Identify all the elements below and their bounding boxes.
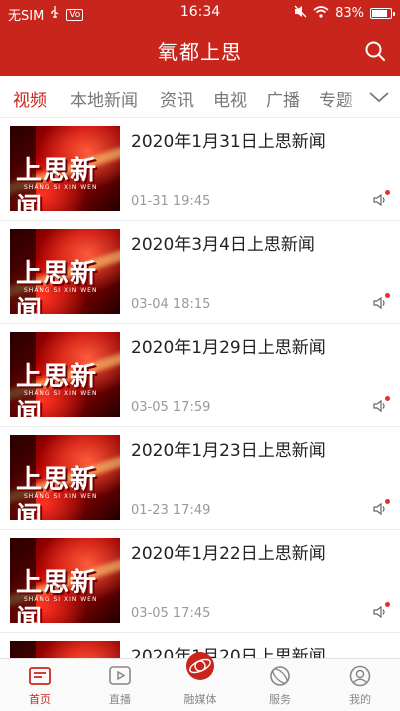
tab-radio[interactable]: 广播 [266, 86, 300, 111]
news-time: 03-05 17:45 [131, 606, 211, 621]
news-item[interactable]: 上思新闻 SHANG SI XIN WEN 2020年1月22日上思新闻 03-… [0, 530, 400, 633]
top-bar: 无SIM Vo 16:34 83% 氧都上思 [0, 0, 400, 76]
bottom-nav: 首页 直播 融媒体 服务 我的 [0, 652, 400, 711]
video-thumbnail: 上思新闻 SHANG SI XIN WEN [10, 538, 120, 623]
nav-live-label: 直播 [109, 693, 131, 706]
thumbnail-logo-text: 上思新闻 [16, 259, 98, 314]
nav-me-label: 我的 [349, 693, 371, 706]
unread-dot [385, 396, 390, 401]
tab-tv[interactable]: 电视 [213, 86, 247, 111]
thumbnail-sub-text: SHANG SI XIN WEN [24, 493, 98, 500]
nav-service[interactable]: 服务 [240, 659, 320, 711]
thumbnail-logo-text: 上思新闻 [16, 568, 98, 623]
service-icon [270, 666, 290, 686]
news-time: 01-31 19:45 [131, 194, 211, 209]
thumbnail-sub-text: SHANG SI XIN WEN [24, 596, 98, 603]
unread-dot [385, 293, 390, 298]
video-thumbnail: 上思新闻 SHANG SI XIN WEN [10, 435, 120, 520]
status-bar: 无SIM Vo 16:34 83% [0, 0, 400, 26]
news-title: 2020年3月4日上思新闻 [131, 235, 315, 255]
news-title: 2020年1月20日上思新闻 [131, 647, 326, 658]
battery-icon [370, 8, 395, 19]
thumbnail-sub-text: SHANG SI XIN WEN [24, 184, 98, 191]
news-item[interactable]: 上思新闻 SHANG SI XIN WEN 2020年3月4日上思新闻 03-0… [0, 221, 400, 324]
play-icon [109, 666, 131, 685]
news-time: 01-23 17:49 [131, 503, 211, 518]
audio-button[interactable] [372, 602, 390, 620]
search-icon [365, 41, 385, 61]
nav-me[interactable]: 我的 [320, 659, 400, 711]
home-icon [29, 667, 51, 685]
audio-button[interactable] [372, 190, 390, 208]
thumbnail-logo-text: 上思新闻 [16, 156, 98, 211]
thumbnail-sub-text: SHANG SI XIN WEN [24, 390, 98, 397]
nav-media[interactable]: 融媒体 [160, 652, 240, 711]
tabs-expand-button[interactable] [358, 76, 400, 117]
search-button[interactable] [364, 40, 386, 62]
nav-home[interactable]: 首页 [0, 659, 80, 711]
news-item[interactable]: 上思新闻 SHANG SI XIN WEN 2020年1月29日上思新闻 03-… [0, 324, 400, 427]
nav-live[interactable]: 直播 [80, 659, 160, 711]
nav-service-label: 服务 [269, 693, 291, 706]
channel-tabs: 视频 本地新闻 资讯 电视 广播 专题 [0, 76, 400, 118]
news-title: 2020年1月29日上思新闻 [131, 338, 326, 358]
tab-local-news[interactable]: 本地新闻 [70, 86, 138, 111]
thumbnail-sub-text: SHANG SI XIN WEN [24, 287, 98, 294]
news-title: 2020年1月22日上思新闻 [131, 544, 326, 564]
video-thumbnail: 上思新闻 SHANG SI XIN WEN [10, 641, 120, 658]
media-globe-icon [186, 652, 214, 680]
audio-button[interactable] [372, 293, 390, 311]
audio-button[interactable] [372, 499, 390, 517]
unread-dot [385, 602, 390, 607]
news-item[interactable]: 上思新闻 SHANG SI XIN WEN 2020年1月31日上思新闻 01-… [0, 118, 400, 221]
tab-info[interactable]: 资讯 [160, 86, 194, 111]
battery-percent: 83% [335, 6, 364, 21]
news-time: 03-04 18:15 [131, 297, 211, 312]
news-title: 2020年1月23日上思新闻 [131, 441, 326, 461]
news-title: 2020年1月31日上思新闻 [131, 132, 326, 152]
wifi-icon [313, 5, 329, 22]
tab-video[interactable]: 视频 [13, 86, 47, 111]
thumbnail-logo-text: 上思新闻 [16, 362, 98, 417]
nav-home-label: 首页 [29, 693, 51, 706]
mute-icon [294, 5, 307, 22]
user-icon [349, 665, 371, 687]
unread-dot [385, 499, 390, 504]
unread-dot [385, 190, 390, 195]
video-thumbnail: 上思新闻 SHANG SI XIN WEN [10, 126, 120, 211]
thumbnail-logo-text: 上思新闻 [16, 465, 98, 520]
audio-button[interactable] [372, 396, 390, 414]
news-item[interactable]: 上思新闻 SHANG SI XIN WEN 2020年1月23日上思新闻 01-… [0, 427, 400, 530]
chevron-down-icon [369, 91, 389, 102]
news-time: 03-05 17:59 [131, 400, 211, 415]
page-title: 氧都上思 [158, 40, 242, 64]
video-thumbnail: 上思新闻 SHANG SI XIN WEN [10, 229, 120, 314]
nav-media-label: 融媒体 [183, 693, 217, 706]
video-thumbnail: 上思新闻 SHANG SI XIN WEN [10, 332, 120, 417]
tab-special[interactable]: 专题 [319, 86, 353, 111]
news-list: 上思新闻 SHANG SI XIN WEN 2020年1月31日上思新闻 01-… [0, 118, 400, 658]
